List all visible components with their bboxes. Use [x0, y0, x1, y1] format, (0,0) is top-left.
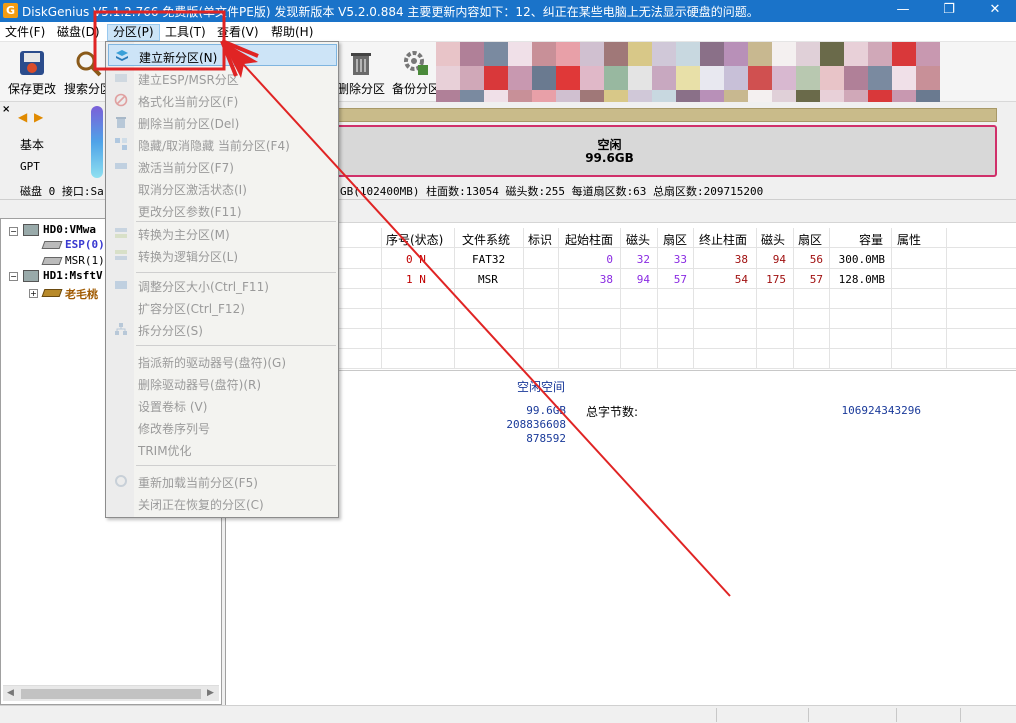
annotation-arrow-line [231, 51, 731, 597]
annotation-overlay [93, 10, 731, 597]
annotation-highlight-box [93, 10, 226, 71]
